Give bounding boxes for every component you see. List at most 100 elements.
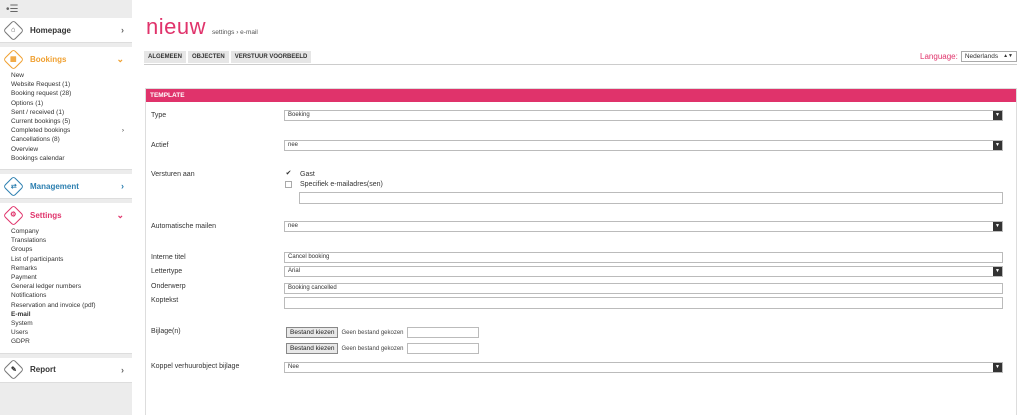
settings-item[interactable]: Users	[11, 328, 124, 337]
actief-label: Actief	[151, 142, 169, 149]
koptekst-input[interactable]	[284, 297, 1003, 309]
checkbox-gast[interactable]: ✔ Gast	[285, 170, 315, 178]
settings-item-label: List of participants	[11, 255, 64, 263]
nav-management-label: Management	[30, 181, 79, 191]
checkbox-gast-label: Gast	[300, 171, 315, 178]
bookings-item-label: Sent / received (1)	[11, 108, 65, 116]
tab-verstuur-voorbeeld[interactable]: VERSTUUR VOORBEELD	[230, 51, 312, 63]
settings-item[interactable]: Groups	[11, 245, 124, 254]
settings-item[interactable]: GDPR	[11, 337, 124, 346]
settings-item-label: Reservation and invoice (pdf)	[11, 301, 96, 309]
nav-report-label: Report	[30, 365, 56, 375]
koppel-value: Nee	[288, 364, 300, 370]
choose-file-button[interactable]: Bestand kiezen	[286, 343, 339, 354]
bookings-item-label: Options (1)	[11, 99, 44, 107]
bookings-item[interactable]: Overview	[11, 145, 124, 154]
type-value: Boeking	[288, 112, 310, 118]
settings-item[interactable]: Remarks	[11, 264, 124, 273]
no-file-text: Geen bestand gekozen	[341, 329, 404, 336]
dropdown-arrow-icon: ▼	[993, 111, 1002, 120]
bookings-item[interactable]: Website Request (1)	[11, 80, 124, 89]
chevron-right-icon: ›	[121, 181, 124, 192]
settings-item[interactable]: Notifications	[11, 291, 124, 300]
menu-toggle-icon[interactable]: •☰	[0, 0, 132, 18]
choose-file-button[interactable]: Bestand kiezen	[286, 327, 339, 338]
settings-item[interactable]: Payment	[11, 273, 124, 282]
bookings-item-label: Booking request (28)	[11, 90, 72, 98]
bookings-item[interactable]: New	[11, 71, 124, 80]
report-icon: ✎	[2, 359, 25, 381]
auto-mail-value: nee	[288, 223, 299, 229]
settings-item[interactable]: General ledger numbers	[11, 282, 124, 291]
nav-management[interactable]: ⇄ Management ›	[0, 174, 132, 200]
type-label: Type	[151, 112, 167, 119]
bookings-item-label: Website Request (1)	[11, 81, 71, 89]
no-file-text: Geen bestand gekozen	[341, 345, 404, 352]
bookings-item[interactable]: Current bookings (5)	[11, 117, 124, 126]
settings-item[interactable]: System	[11, 319, 124, 328]
chevron-down-icon: ⌄	[116, 53, 124, 64]
settings-item[interactable]: Company	[11, 227, 124, 236]
settings-item-label: E-mail	[11, 310, 31, 318]
bookings-item[interactable]: Completed bookings ›	[11, 126, 124, 135]
nav-homepage[interactable]: ⌂ Homepage ›	[0, 18, 132, 43]
settings-item[interactable]: Translations	[11, 236, 124, 245]
bookings-item[interactable]: Cancellations (8)	[11, 135, 124, 144]
koptekst-label: Koptekst	[151, 297, 179, 304]
breadcrumb[interactable]: settings › e-mail	[212, 29, 258, 36]
koppel-select[interactable]: Nee ▼	[284, 362, 1003, 373]
tab-algemeen[interactable]: ALGEMEEN	[144, 51, 187, 63]
bookings-item-label: Completed bookings	[11, 127, 71, 135]
page-title: nieuw	[146, 14, 206, 39]
nav-settings-label: Settings	[30, 210, 62, 220]
bookings-item[interactable]: Booking request (28)	[11, 89, 124, 98]
bookings-submenu: New Website Request (1) Booking request (2…	[0, 71, 132, 169]
checkbox-specifiek[interactable]: Specifiek e-mailadres(sen)	[285, 181, 383, 188]
auto-mail-select[interactable]: nee ▼	[284, 221, 1003, 232]
lettertype-select[interactable]: Arial ▼	[284, 266, 1003, 277]
settings-item[interactable]: List of participants	[11, 255, 124, 264]
onderwerp-input[interactable]: Booking cancelled	[284, 283, 1003, 294]
nav-report[interactable]: ✎ Report ›	[0, 357, 132, 383]
settings-item-label: Notifications	[11, 292, 47, 300]
email-addresses-field[interactable]	[299, 192, 1003, 204]
nav-homepage-label: Homepage	[30, 25, 71, 35]
interne-titel-value: Cancel booking	[288, 254, 330, 260]
actief-value: nee	[288, 142, 299, 148]
sidebar: •☰ ⌂ Homepage › ▦ Bookings ⌄ New Website …	[0, 0, 132, 415]
interne-titel-input[interactable]: Cancel booking	[284, 252, 1003, 263]
settings-item-label: Payment	[11, 274, 37, 282]
bookings-item-label: Current bookings (5)	[11, 118, 71, 126]
checkbox-specifiek-label: Specifiek e-mailadres(sen)	[300, 181, 383, 188]
onderwerp-label: Onderwerp	[151, 283, 186, 290]
chevron-right-icon: ›	[121, 25, 124, 35]
auto-mail-label: Automatische mailen	[151, 223, 216, 230]
onderwerp-value: Booking cancelled	[288, 285, 337, 291]
nav-settings[interactable]: ⚙ Settings ⌄ Company Translations Groups Li…	[0, 203, 132, 354]
home-icon: ⌂	[2, 19, 25, 41]
settings-item[interactable]: Reservation and invoice (pdf)	[11, 301, 124, 310]
bookings-item-label: Overview	[11, 145, 39, 153]
settings-item-label: Groups	[11, 246, 33, 254]
language-select[interactable]: Nederlands ▲▼	[960, 51, 1017, 62]
settings-item-label: Company	[11, 228, 39, 236]
checkmark-icon: ✔	[285, 170, 292, 178]
dropdown-arrow-icon: ▼	[993, 141, 1002, 150]
bookings-item[interactable]: Options (1)	[11, 99, 124, 108]
actief-select[interactable]: nee ▼	[284, 140, 1003, 151]
settings-item[interactable]: E-mail	[11, 310, 124, 319]
settings-icon: ⚙	[2, 204, 25, 226]
bookings-item[interactable]: Sent / received (1)	[11, 108, 124, 117]
divider	[144, 64, 1017, 65]
dropdown-arrow-icon: ▼	[993, 363, 1002, 372]
nav-bookings-label: Bookings	[30, 54, 67, 64]
type-select[interactable]: Boeking ▼	[284, 110, 1003, 121]
nav-bookings[interactable]: ▦ Bookings ⌄ New Website Request (1) Booki…	[0, 47, 132, 171]
bookings-item[interactable]: Bookings calendar	[11, 154, 124, 163]
interne-titel-label: Interne titel	[151, 254, 186, 261]
tab-bar: ALGEMEEN OBJECTEN VERSTUUR VOORBEELD	[144, 51, 313, 63]
dropdown-arrow-icon: ▼	[993, 222, 1002, 231]
management-icon: ⇄	[2, 175, 25, 197]
versturen-label: Versturen aan	[151, 171, 195, 178]
tab-objecten[interactable]: OBJECTEN	[188, 51, 229, 63]
